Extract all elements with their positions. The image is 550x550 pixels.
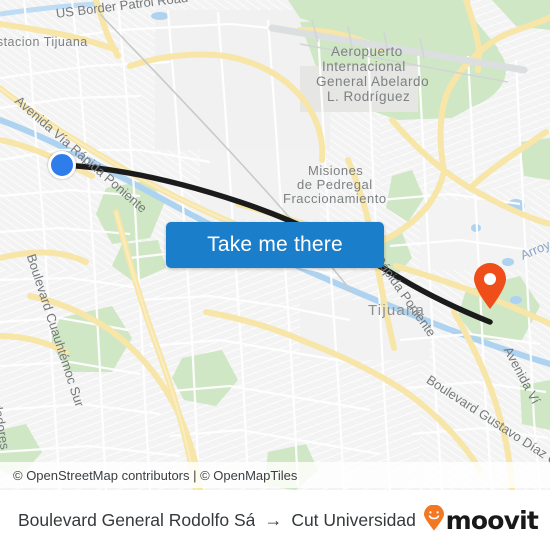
arrow-right-icon: → <box>264 510 283 530</box>
trip-destination-label: Cut Universidad… <box>291 509 415 530</box>
map-pin-icon <box>474 263 506 309</box>
moovit-pin-smiley-icon <box>423 504 445 536</box>
take-me-there-button[interactable]: Take me there <box>166 222 384 268</box>
origin-marker[interactable] <box>48 151 76 179</box>
moovit-map-screen: US Border Patrol RoadEstacion TijuanaAve… <box>0 0 550 550</box>
moovit-wordmark: moovit <box>445 505 539 535</box>
map-canvas[interactable]: US Border Patrol RoadEstacion TijuanaAve… <box>0 0 550 490</box>
trip-origin-label: Boulevard General Rodolfo Sánc… <box>18 509 256 530</box>
destination-marker[interactable] <box>472 262 508 310</box>
trip-summary[interactable]: Boulevard General Rodolfo Sánc… → Cut Un… <box>18 510 415 531</box>
trip-footer-bar: Boulevard General Rodolfo Sánc… → Cut Un… <box>0 490 550 550</box>
moovit-logo[interactable]: moovit <box>423 504 539 536</box>
